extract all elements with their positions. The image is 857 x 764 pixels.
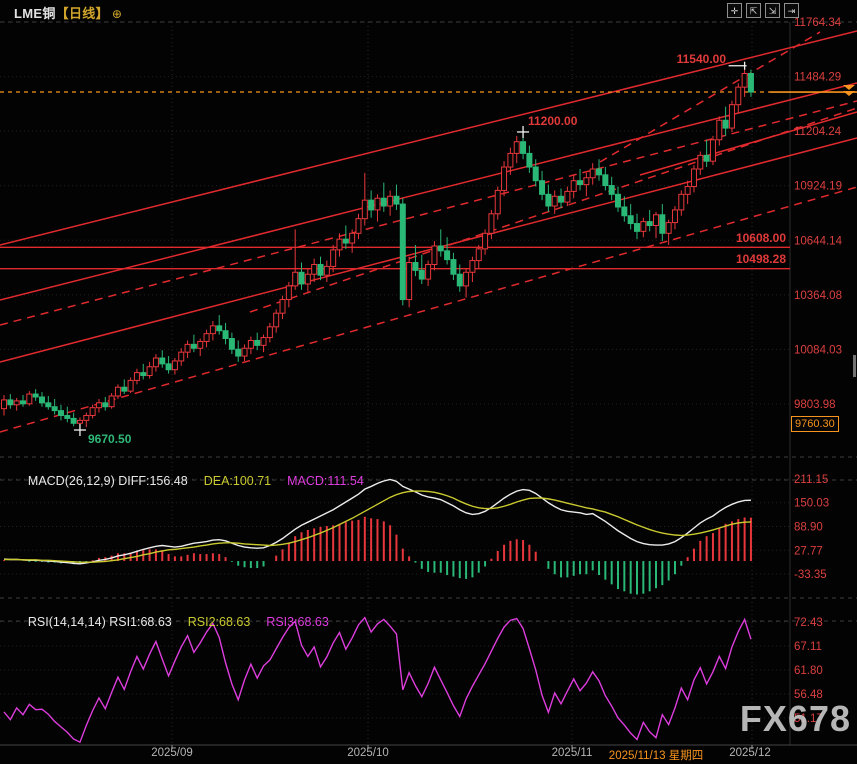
extreme-markers [74, 62, 747, 436]
time-label: 2025/09 [151, 747, 193, 759]
axis-tick-label: 11204.24 [794, 126, 842, 138]
trendline-solid [0, 31, 857, 245]
price-chart-canvas[interactable]: 11764.3411484.2911204.2410924.1910644.14… [0, 0, 857, 764]
macd-diff-value: MACD(26,12,9) DIFF:156.48 [28, 474, 188, 488]
axis-tick-label: 27.77 [794, 545, 823, 557]
rsi2-value: RSI2:68.63 [188, 615, 251, 629]
rsi-header: RSI(14,14,14) RSI1:68.63 RSI2:68.63 RSI3:6… [14, 601, 329, 643]
chart-title: LME铜【日线】⊕ [14, 3, 122, 22]
watermark: FX678 [740, 698, 851, 740]
axis-tick-label: -33.35 [794, 569, 827, 581]
time-label: 2025/11 [552, 747, 593, 759]
axis-tick-label: 72.43 [794, 617, 823, 629]
axis-tick-label: 10644.14 [794, 235, 843, 247]
time-axis[interactable]: 2025/09 2025/10 2025/11 2025/11/13 星期四 2025/… [0, 746, 857, 764]
support-line-2-label: 10498.28 [706, 252, 786, 266]
title-bar: LME铜【日线】⊕ ✛ ⇱ ⇲ ⇥ [0, 0, 857, 22]
axis-tick-label: 88.90 [794, 522, 823, 534]
axis-tick-label: 9803.98 [794, 399, 836, 411]
fit-width-icon[interactable]: ⇱ [746, 3, 761, 18]
price-axis-scrollbar-thumb[interactable] [853, 355, 856, 377]
trendline-solid [0, 138, 857, 362]
trendline-dashed [0, 187, 857, 432]
axis-tick-label: 10364.08 [794, 290, 842, 302]
current-price-marker-icon [843, 85, 857, 99]
macd-histogram [4, 517, 751, 595]
macd-header: MACD(26,12,9) DIFF:156.48 DEA:100.71 MACD:… [14, 460, 364, 502]
goto-latest-icon[interactable]: ⇥ [784, 3, 799, 18]
price-axis-box: 9760.30 [791, 416, 839, 432]
axis-tick-label: 150.03 [794, 498, 829, 510]
axis-tick-label: 10084.03 [794, 344, 842, 356]
swing-high-label: 11200.00 [528, 114, 577, 128]
circle-plus-icon[interactable]: ⊕ [112, 7, 122, 21]
time-label: 2025/12 [729, 747, 771, 759]
time-label: 2025/10 [347, 747, 389, 759]
axis-tick-label: 67.11 [794, 641, 822, 653]
swing-low-label: 9670.50 [88, 432, 131, 446]
time-label-highlighted: 2025/11/13 星期四 [609, 747, 703, 763]
trendline-solid [640, 112, 857, 175]
axis-tick-label: 10924.19 [794, 181, 842, 193]
macd-macd-value: MACD:111.54 [287, 474, 364, 488]
chart-toolbar: ✛ ⇱ ⇲ ⇥ [727, 3, 799, 18]
move-crosshair-icon[interactable]: ✛ [727, 3, 742, 18]
chart-window: 11764.3411484.2911204.2410924.1910644.14… [0, 0, 857, 764]
support-line-1-label: 10608.00 [706, 231, 786, 245]
peak-high-label: 11540.00 [646, 52, 726, 66]
symbol-name: LME铜 [14, 6, 56, 21]
interval-label: 【日线】 [56, 6, 109, 21]
axis-tick-label: 61.80 [794, 665, 823, 677]
axis-tick-label: 211.15 [794, 474, 828, 486]
rsi1-value: RSI(14,14,14) RSI1:68.63 [28, 615, 172, 629]
rsi3-value: RSI3:68.63 [266, 615, 329, 629]
autoscroll-icon[interactable]: ⇲ [765, 3, 780, 18]
axis-tick-label: 11484.29 [794, 72, 841, 84]
macd-dea-value: DEA:100.71 [204, 474, 271, 488]
